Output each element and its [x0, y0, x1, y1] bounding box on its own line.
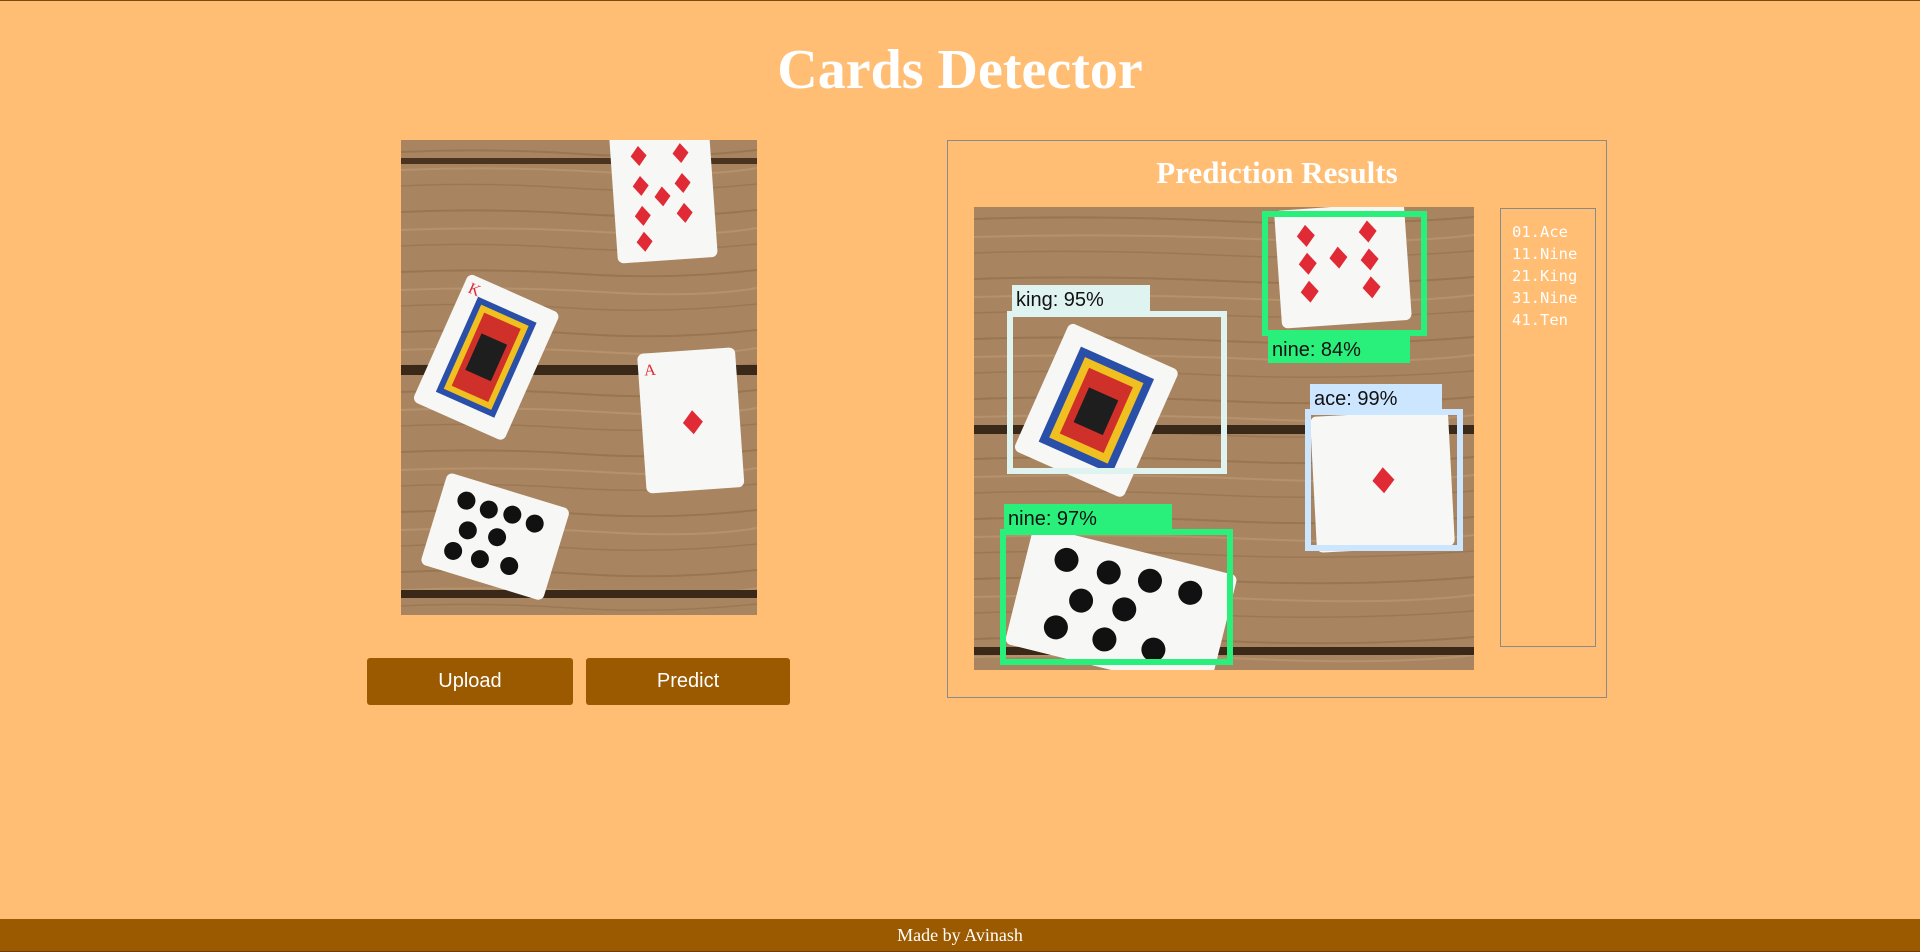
annotated-cards-photo-icon: king: 95% nine: 84% ace: 99% nine: 97%	[974, 207, 1474, 670]
top-border	[0, 0, 1920, 1]
prediction-item: 41.Ten	[1512, 311, 1568, 329]
cards-photo-icon: K A	[401, 140, 757, 615]
detection-ace-label: ace: 99%	[1314, 388, 1398, 410]
prediction-item: 31.Nine	[1512, 289, 1578, 307]
upload-button[interactable]: Upload	[367, 658, 573, 705]
results-title: Prediction Results	[1156, 155, 1398, 190]
page-title: Cards Detector	[777, 39, 1143, 101]
predict-button[interactable]: Predict	[586, 658, 790, 705]
annotated-result-image: king: 95% nine: 84% ace: 99% nine: 97%	[974, 207, 1474, 670]
footer-text: Made by Avinash	[897, 925, 1023, 945]
prediction-list: 01.Ace 11.Nine 21.King 31.Nine 41.Ten	[1500, 208, 1596, 647]
prediction-item: 11.Nine	[1512, 245, 1578, 263]
footer: Made by Avinash	[0, 919, 1920, 952]
detection-nine-spades-label: nine: 97%	[1008, 508, 1097, 530]
detection-nine-diamonds-label: nine: 84%	[1272, 339, 1361, 361]
uploaded-image: K A	[401, 140, 757, 615]
prediction-item: 21.King	[1512, 267, 1578, 285]
prediction-item: 01.Ace	[1512, 223, 1568, 241]
prediction-results-panel: Prediction Results king: 95% nine: 84% a…	[947, 140, 1607, 698]
svg-text:A: A	[644, 362, 657, 380]
detection-king-label: king: 95%	[1016, 289, 1104, 311]
